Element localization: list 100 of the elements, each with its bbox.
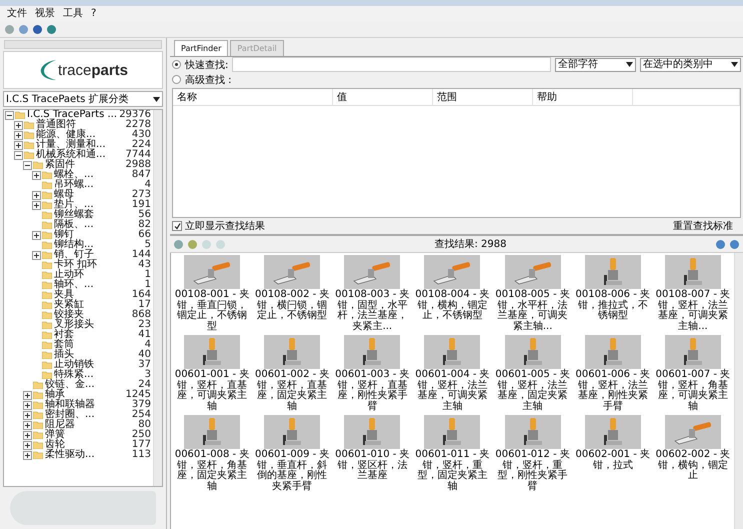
expand-toggle[interactable] [14, 120, 23, 130]
scrollbar[interactable] [734, 253, 743, 529]
clamp-image[interactable] [584, 255, 641, 289]
column-header: 名称 [173, 89, 333, 105]
tree-item[interactable]: 轴和联轴器 379 [4, 400, 153, 410]
collapse-toggle[interactable] [23, 160, 32, 170]
tree-item[interactable]: 铰接夹 868 [4, 310, 153, 320]
clamp-image[interactable] [424, 415, 480, 449]
tree-item[interactable]: 吊环螺... 4 [4, 180, 153, 190]
clamp-image[interactable] [264, 335, 320, 369]
radio-button[interactable] [172, 60, 181, 69]
clamp-image[interactable] [424, 335, 480, 369]
scope-dropdown[interactable]: 在选中的类别中 [640, 58, 741, 72]
caret-icon [626, 62, 633, 67]
tree-item[interactable]: 夹具 164 [4, 290, 153, 300]
tree-item[interactable]: 卡环 扣环 43 [4, 260, 153, 270]
caret-icon [731, 62, 738, 67]
expand-toggle[interactable] [23, 390, 32, 400]
tree-item[interactable]: 阻尼器 80 [4, 420, 153, 430]
clamp-image[interactable] [504, 335, 561, 369]
clamp-image[interactable] [664, 415, 721, 449]
clamp-image[interactable] [344, 415, 400, 449]
clamp-image[interactable] [264, 415, 320, 449]
tree-item[interactable]: 密封圈、... 254 [4, 410, 153, 420]
clamp-image[interactable] [504, 255, 561, 289]
expand-toggle[interactable] [32, 250, 41, 260]
tree-item[interactable]: 套筒 4 [4, 340, 153, 350]
menu-item[interactable]: 文件 [4, 7, 30, 21]
tree-item[interactable]: 隔板、... 82 [4, 220, 153, 230]
part-caption: 00602-002 - 夹钳，横钩，锢定止 [654, 450, 732, 482]
expand-toggle[interactable] [23, 410, 32, 420]
part-caption: 00601-005 - 夹钳，竖杆，法兰基座，固定夹紧主轴 [494, 370, 571, 412]
collapse-toggle[interactable] [5, 110, 14, 120]
tree-item[interactable]: 叉形接头 23 [4, 320, 153, 330]
tree-item[interactable]: 机械系统和通... 7744 [4, 150, 153, 160]
tree-item[interactable]: 铆丝螺套 56 [4, 210, 153, 220]
expand-toggle[interactable] [23, 450, 32, 460]
clamp-image[interactable] [664, 335, 721, 369]
collapse-toggle[interactable] [14, 150, 23, 160]
menu-item[interactable]: 工具 [60, 7, 86, 21]
scrollbar[interactable] [153, 110, 162, 486]
expand-toggle[interactable] [23, 420, 32, 430]
tree-item[interactable]: 轴承 1245 [4, 390, 153, 400]
tree-item[interactable]: 插头 40 [4, 350, 153, 360]
clamp-image[interactable] [584, 335, 641, 369]
tree-item[interactable]: 垫片、... 191 [4, 200, 153, 210]
classification-dropdown[interactable]: I.C.S TracePaets 扩展分类 [3, 91, 163, 107]
tree-item[interactable]: 螺母 273 [4, 190, 153, 200]
expand-toggle[interactable] [23, 400, 32, 410]
tree-item[interactable]: 铆结构... 5 [4, 240, 153, 250]
clamp-image[interactable] [184, 335, 240, 369]
expand-toggle[interactable] [14, 130, 23, 140]
expand-toggle[interactable] [23, 430, 32, 440]
search-field[interactable] [232, 57, 551, 72]
expand-toggle[interactable] [23, 440, 32, 450]
caret-icon [153, 96, 160, 102]
clamp-image[interactable] [664, 255, 721, 289]
menu-item[interactable]: 视景 [32, 7, 58, 21]
menu-item[interactable]: ? [88, 7, 100, 21]
tree-item[interactable]: 销、钉子 144 [4, 250, 153, 260]
expand-toggle[interactable] [32, 170, 41, 180]
clamp-image[interactable] [504, 415, 561, 449]
clamp-image[interactable] [344, 255, 400, 289]
tree-item[interactable]: 铆钉 66 [4, 230, 153, 240]
tree-item[interactable]: 衬套 41 [4, 330, 153, 340]
tree-item[interactable]: 螺栓、... 847 [4, 170, 153, 180]
tree-item[interactable]: 紧固件 2988 [4, 160, 153, 170]
match-dropdown[interactable]: 全部字符 [555, 58, 636, 72]
tree-item[interactable]: 计量、测量和... 224 [4, 140, 153, 150]
tree-item[interactable]: 夹紧缸 17 [4, 300, 153, 310]
clamp-image[interactable] [344, 335, 400, 369]
tree-item[interactable]: 止动环 1 [4, 270, 153, 280]
expand-toggle[interactable] [32, 230, 41, 240]
tree-item[interactable]: 普通图符 2278 [4, 120, 153, 130]
radio-button[interactable] [172, 75, 181, 84]
expand-toggle[interactable] [32, 200, 41, 210]
tree-item[interactable]: 弹簧 250 [4, 430, 153, 440]
clamp-image[interactable] [584, 415, 641, 449]
clamp-image[interactable] [184, 415, 240, 449]
expand-toggle[interactable] [14, 140, 23, 150]
tab[interactable]: PartFinder [174, 40, 228, 56]
expand-toggle[interactable] [32, 190, 41, 200]
clamp-image[interactable] [184, 255, 240, 289]
tree-item[interactable]: 铰链、金... 24 [4, 380, 153, 390]
tree-item[interactable]: 轴环、... 1 [4, 280, 153, 290]
tree-item[interactable]: 止动销铁 37 [4, 360, 153, 370]
tree-item[interactable]: 柔性驱动... 113 [4, 450, 153, 460]
search-mode-label: 高级查找 : [185, 74, 232, 86]
clamp-image[interactable] [264, 255, 320, 289]
part-caption: 00602-001 - 夹钳，拉式 [574, 450, 652, 471]
tree-item[interactable]: 齿轮 177 [4, 440, 153, 450]
tree-item[interactable]: 特殊紧... 3 [4, 370, 153, 380]
tree-item[interactable]: 能源、健康... 430 [4, 130, 153, 140]
checkbox[interactable] [172, 221, 182, 231]
part-caption: 00601-004 - 夹钳，竖杆，法兰基座，可调夹紧主轴 [414, 370, 491, 412]
part-caption: 00108-001 - 夹钳，垂直闩锁，锢定止，不锈钢型 [174, 290, 250, 332]
reset-criteria-link[interactable]: 重置查找标准 [673, 219, 733, 233]
show-results-checkbox[interactable]: 立即显示查找结果 [172, 219, 265, 233]
search-mode-label: 快速查找: [185, 58, 228, 72]
clamp-image[interactable] [424, 255, 480, 289]
